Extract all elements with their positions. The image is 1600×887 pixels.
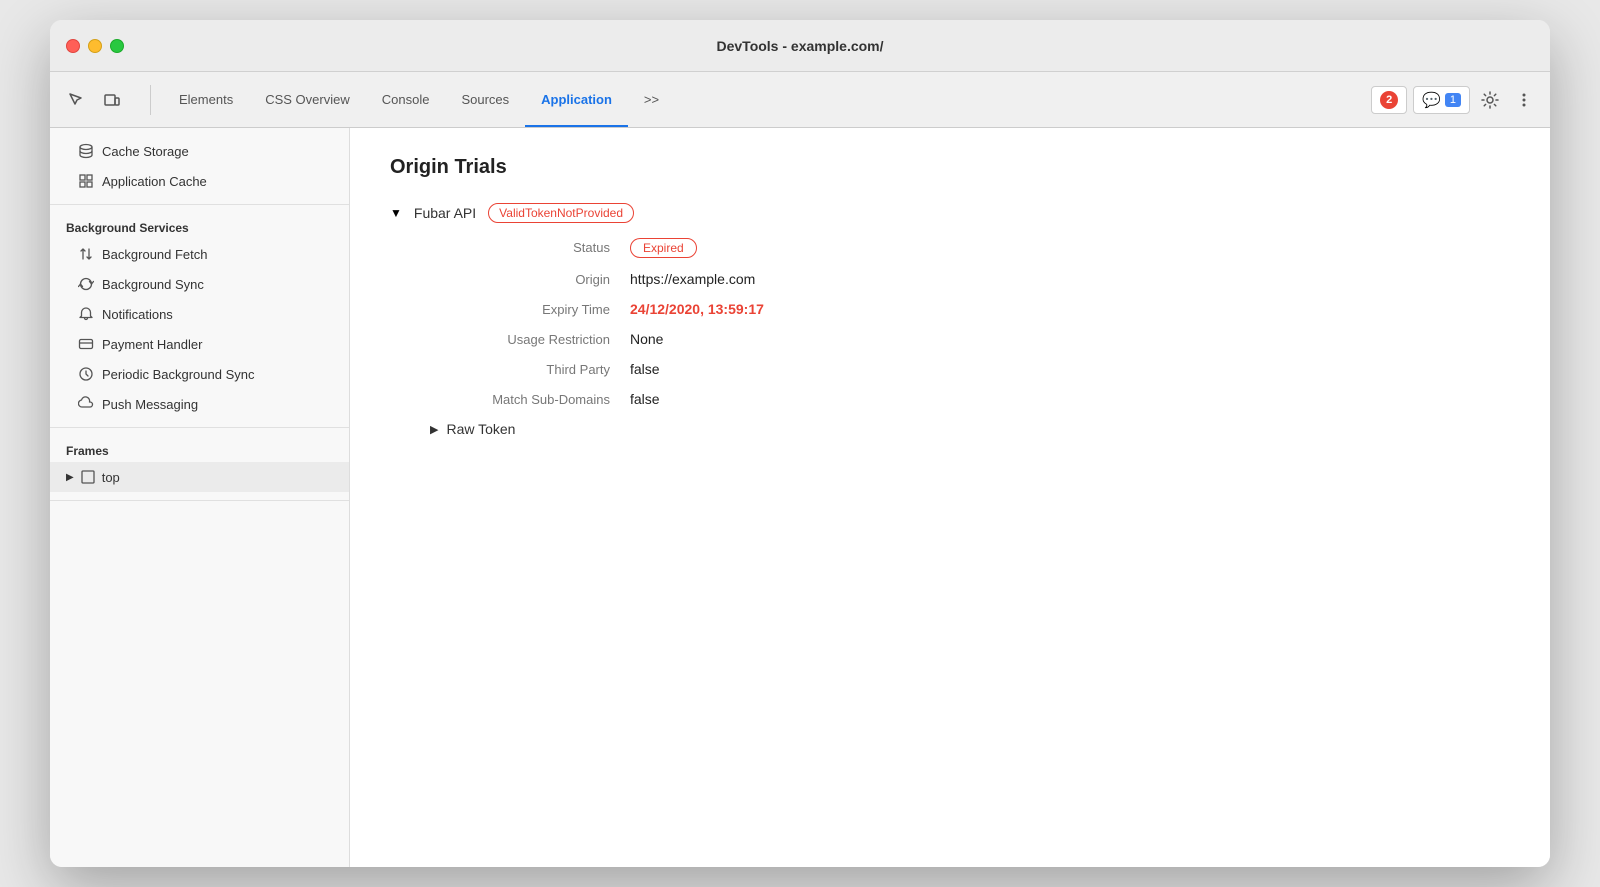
expiry-row: Expiry Time 24/12/2020, 13:59:17 xyxy=(430,301,1510,317)
raw-token-label: Raw Token xyxy=(446,421,515,437)
content-area: Origin Trials ▼ Fubar API ValidTokenNotP… xyxy=(350,128,1550,867)
clock-icon xyxy=(78,366,94,382)
tab-application[interactable]: Application xyxy=(525,72,628,127)
third-party-label: Third Party xyxy=(430,362,630,377)
tabs: Elements CSS Overview Console Sources Ap… xyxy=(163,72,1367,127)
frames-section: Frames ▶ top xyxy=(50,428,349,501)
usage-restriction-label: Usage Restriction xyxy=(430,332,630,347)
storage-section: Cache Storage Application Cache xyxy=(50,128,349,205)
usage-restriction-value: None xyxy=(630,331,663,347)
frames-title: Frames xyxy=(50,436,349,462)
payment-handler-label: Payment Handler xyxy=(102,337,202,352)
sync-icon xyxy=(78,276,94,292)
tab-console[interactable]: Console xyxy=(366,72,446,127)
main-layout: Cache Storage Application Cache xyxy=(50,128,1550,867)
close-button[interactable] xyxy=(66,39,80,53)
push-messaging-label: Push Messaging xyxy=(102,397,198,412)
window-title: DevTools - example.com/ xyxy=(716,38,883,54)
sidebar-item-application-cache[interactable]: Application Cache xyxy=(50,166,349,196)
status-label: Status xyxy=(430,240,630,255)
background-fetch-label: Background Fetch xyxy=(102,247,208,262)
background-sync-label: Background Sync xyxy=(102,277,204,292)
cache-storage-label: Cache Storage xyxy=(102,144,189,159)
title-bar: DevTools - example.com/ xyxy=(50,20,1550,72)
notifications-label: Notifications xyxy=(102,307,173,322)
arrows-updown-icon xyxy=(78,246,94,262)
application-cache-label: Application Cache xyxy=(102,174,207,189)
third-party-value: false xyxy=(630,361,660,377)
api-section: ▼ Fubar API ValidTokenNotProvided Status… xyxy=(390,203,1510,437)
third-party-row: Third Party false xyxy=(430,361,1510,377)
api-collapse-icon[interactable]: ▼ xyxy=(390,206,402,220)
sidebar-item-payment-handler[interactable]: Payment Handler xyxy=(50,329,349,359)
match-subdomains-label: Match Sub-Domains xyxy=(430,392,630,407)
error-count: 2 xyxy=(1380,91,1398,109)
warning-badge-button[interactable]: 💬 1 xyxy=(1413,86,1470,114)
api-header: ▼ Fubar API ValidTokenNotProvided xyxy=(390,203,1510,223)
raw-token-section[interactable]: ▶ Raw Token xyxy=(430,421,1510,437)
sidebar-item-background-fetch[interactable]: Background Fetch xyxy=(50,239,349,269)
api-name: Fubar API xyxy=(414,205,476,221)
origin-label: Origin xyxy=(430,272,630,287)
toolbar: Elements CSS Overview Console Sources Ap… xyxy=(50,72,1550,128)
error-badge-button[interactable]: 2 xyxy=(1371,86,1407,114)
credit-card-icon xyxy=(78,336,94,352)
minimize-button[interactable] xyxy=(88,39,102,53)
toolbar-divider xyxy=(150,85,151,115)
toolbar-right: 2 💬 1 xyxy=(1371,86,1538,114)
sidebar-item-notifications[interactable]: Notifications xyxy=(50,299,349,329)
bell-icon xyxy=(78,306,94,322)
settings-button[interactable] xyxy=(1476,86,1504,114)
match-subdomains-value: false xyxy=(630,391,660,407)
maximize-button[interactable] xyxy=(110,39,124,53)
grid-icon xyxy=(78,173,94,189)
top-expand-icon: ▶ xyxy=(66,472,74,483)
warning-count: 1 xyxy=(1445,93,1461,107)
traffic-lights xyxy=(66,39,124,53)
match-subdomains-row: Match Sub-Domains false xyxy=(430,391,1510,407)
api-status-badge: ValidTokenNotProvided xyxy=(488,203,634,223)
page-title: Origin Trials xyxy=(390,156,1510,179)
tab-sources[interactable]: Sources xyxy=(445,72,525,127)
expired-badge: Expired xyxy=(630,238,697,258)
sidebar-item-background-sync[interactable]: Background Sync xyxy=(50,269,349,299)
toolbar-left xyxy=(62,86,126,114)
sidebar-item-cache-storage[interactable]: Cache Storage xyxy=(50,136,349,166)
database-icon xyxy=(78,143,94,159)
sidebar-item-push-messaging[interactable]: Push Messaging xyxy=(50,389,349,419)
expiry-value: 24/12/2020, 13:59:17 xyxy=(630,301,764,317)
frame-icon xyxy=(80,469,96,485)
tab-overflow[interactable]: >> xyxy=(628,72,675,127)
message-icon: 💬 xyxy=(1422,91,1441,109)
detail-table: Status Expired Origin https://example.co… xyxy=(430,239,1510,407)
devtools-window: DevTools - example.com/ Elements CSS Ove… xyxy=(50,20,1550,867)
cloud-icon xyxy=(78,396,94,412)
inspect-icon[interactable] xyxy=(62,86,90,114)
raw-token-expand-icon: ▶ xyxy=(430,423,438,436)
top-frame-label: top xyxy=(102,470,120,485)
tab-elements[interactable]: Elements xyxy=(163,72,249,127)
device-toggle-icon[interactable] xyxy=(98,86,126,114)
tab-css-overview[interactable]: CSS Overview xyxy=(249,72,366,127)
background-services-title: Background Services xyxy=(50,213,349,239)
status-value: Expired xyxy=(630,239,697,257)
sidebar: Cache Storage Application Cache xyxy=(50,128,350,867)
sidebar-item-top[interactable]: ▶ top xyxy=(50,462,349,492)
sidebar-item-periodic-background-sync[interactable]: Periodic Background Sync xyxy=(50,359,349,389)
origin-value: https://example.com xyxy=(630,271,755,287)
status-row: Status Expired xyxy=(430,239,1510,257)
expiry-label: Expiry Time xyxy=(430,302,630,317)
background-services-section: Background Services Background Fetch xyxy=(50,205,349,428)
usage-restriction-row: Usage Restriction None xyxy=(430,331,1510,347)
origin-row: Origin https://example.com xyxy=(430,271,1510,287)
more-button[interactable] xyxy=(1510,86,1538,114)
periodic-background-sync-label: Periodic Background Sync xyxy=(102,367,254,382)
